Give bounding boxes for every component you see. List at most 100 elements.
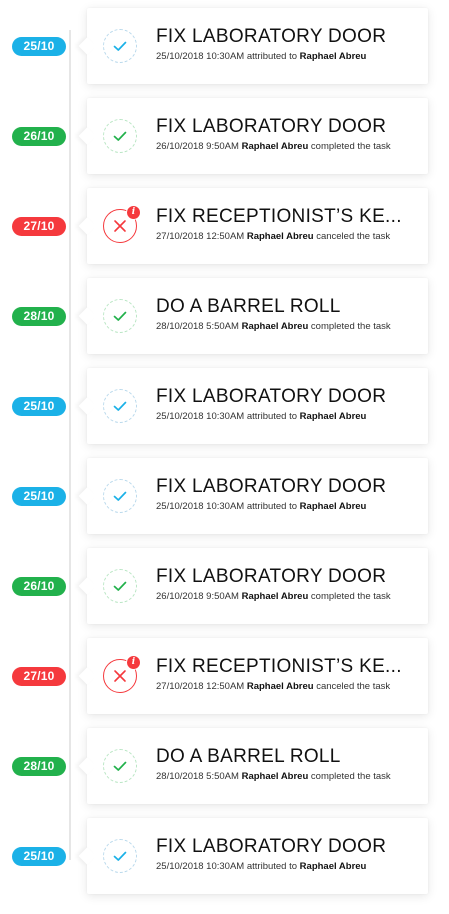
task-user[interactable]: Raphael Abreu [242, 141, 309, 152]
date-badge: 27/10 [12, 667, 66, 686]
task-user[interactable]: Raphael Abreu [300, 51, 367, 62]
task-card[interactable]: i FIX RECEPTIONIST’S KE... 27/10/2018 12… [87, 638, 428, 714]
task-user[interactable]: Raphael Abreu [242, 771, 309, 782]
task-timestamp: 28/10/2018 5:50AM [156, 321, 239, 332]
task-card[interactable]: FIX LABORATORY DOOR 25/10/2018 10:30AM a… [87, 818, 428, 894]
check-icon [103, 389, 137, 423]
task-action-post: completed the task [310, 591, 391, 602]
date-badge: 25/10 [12, 847, 66, 866]
timeline-entry: 26/10 FIX LABORATORY DOOR 26/10/2018 9:5… [0, 548, 449, 624]
task-timestamp: 25/10/2018 10:30AM [156, 411, 245, 422]
task-user[interactable]: Raphael Abreu [300, 861, 367, 872]
task-meta: 27/10/2018 12:50AM Raphael Abreu cancele… [156, 681, 424, 693]
task-meta: 25/10/2018 10:30AM attributed to Raphael… [156, 861, 424, 873]
date-badge: 27/10 [12, 217, 66, 236]
task-user[interactable]: Raphael Abreu [247, 231, 314, 242]
task-card[interactable]: FIX LABORATORY DOOR 26/10/2018 9:50AM Ra… [87, 548, 428, 624]
task-timestamp: 25/10/2018 10:30AM [156, 501, 245, 512]
task-title: FIX LABORATORY DOOR [156, 836, 387, 857]
task-action-post: canceled the task [316, 231, 391, 242]
timeline-entry: 28/10 DO A BARREL ROLL 28/10/2018 5:50AM… [0, 728, 449, 804]
checkmark [113, 761, 127, 771]
task-meta: 28/10/2018 5:50AM Raphael Abreu complete… [156, 321, 424, 333]
task-meta: 25/10/2018 10:30AM attributed to Raphael… [156, 411, 424, 423]
date-badge: 25/10 [12, 397, 66, 416]
check-icon [103, 479, 137, 513]
date-badge: 25/10 [12, 37, 66, 56]
task-title: FIX LABORATORY DOOR [156, 26, 387, 47]
checkmark [113, 41, 127, 51]
checkmark [113, 131, 127, 141]
task-timestamp: 26/10/2018 9:50AM [156, 141, 239, 152]
task-user[interactable]: Raphael Abreu [300, 411, 367, 422]
timeline-entry: 25/10 FIX LABORATORY DOOR 25/10/2018 10:… [0, 818, 449, 894]
check-icon [103, 569, 137, 603]
checkmark [113, 851, 127, 861]
task-timestamp: 26/10/2018 9:50AM [156, 591, 239, 602]
task-action-post: canceled the task [316, 681, 391, 692]
task-card[interactable]: i FIX RECEPTIONIST’S KE... 27/10/2018 12… [87, 188, 428, 264]
task-title: FIX LABORATORY DOOR [156, 116, 387, 137]
task-title: FIX RECEPTIONIST’S KE... [156, 206, 402, 227]
checkmark [113, 401, 127, 411]
task-meta: 26/10/2018 9:50AM Raphael Abreu complete… [156, 591, 424, 603]
task-action-pre: attributed to [246, 411, 298, 422]
date-badge: 25/10 [12, 487, 66, 506]
task-meta: 25/10/2018 10:30AM attributed to Raphael… [156, 501, 424, 513]
task-card[interactable]: DO A BARREL ROLL 28/10/2018 5:50AM Rapha… [87, 278, 428, 354]
task-user[interactable]: Raphael Abreu [242, 321, 309, 332]
task-timestamp: 25/10/2018 10:30AM [156, 861, 245, 872]
x-mark [114, 670, 126, 682]
check-icon [103, 839, 137, 873]
date-badge: 28/10 [12, 757, 66, 776]
task-action-pre: attributed to [246, 51, 298, 62]
timeline-entry: 27/10 i FIX RECEPTIONIST’S KE... 27/10/2… [0, 188, 449, 264]
task-timestamp: 27/10/2018 12:50AM [156, 681, 245, 692]
timeline-entry: 25/10 FIX LABORATORY DOOR 25/10/2018 10:… [0, 8, 449, 84]
cancel-icon: i [103, 205, 141, 243]
task-action-pre: attributed to [246, 861, 298, 872]
task-user[interactable]: Raphael Abreu [300, 501, 367, 512]
task-title: FIX LABORATORY DOOR [156, 566, 387, 587]
x-mark [114, 220, 126, 232]
task-card[interactable]: FIX LABORATORY DOOR 25/10/2018 10:30AM a… [87, 8, 428, 84]
task-action-post: completed the task [310, 141, 391, 152]
date-badge: 26/10 [12, 127, 66, 146]
timeline-entry: 27/10 i FIX RECEPTIONIST’S KE... 27/10/2… [0, 638, 449, 714]
checkmark [113, 491, 127, 501]
task-action-post: completed the task [310, 321, 391, 332]
task-timestamp: 27/10/2018 12:50AM [156, 231, 245, 242]
task-title: DO A BARREL ROLL [156, 746, 341, 767]
timeline-entry: 26/10 FIX LABORATORY DOOR 26/10/2018 9:5… [0, 98, 449, 174]
task-title: DO A BARREL ROLL [156, 296, 341, 317]
task-card[interactable]: FIX LABORATORY DOOR 25/10/2018 10:30AM a… [87, 368, 428, 444]
date-badge: 26/10 [12, 577, 66, 596]
task-title: FIX LABORATORY DOOR [156, 386, 387, 407]
task-meta: 26/10/2018 9:50AM Raphael Abreu complete… [156, 141, 424, 153]
cancel-icon: i [103, 655, 141, 693]
task-action-pre: attributed to [246, 501, 298, 512]
info-icon[interactable]: i [126, 655, 141, 670]
check-icon [103, 119, 137, 153]
timeline-entry: 28/10 DO A BARREL ROLL 28/10/2018 5:50AM… [0, 278, 449, 354]
checkmark [113, 581, 127, 591]
task-card[interactable]: FIX LABORATORY DOOR 26/10/2018 9:50AM Ra… [87, 98, 428, 174]
check-icon [103, 29, 137, 63]
task-card[interactable]: FIX LABORATORY DOOR 25/10/2018 10:30AM a… [87, 458, 428, 534]
task-meta: 28/10/2018 5:50AM Raphael Abreu complete… [156, 771, 424, 783]
checkmark [113, 311, 127, 321]
timeline-entry: 25/10 FIX LABORATORY DOOR 25/10/2018 10:… [0, 368, 449, 444]
task-user[interactable]: Raphael Abreu [242, 591, 309, 602]
task-card[interactable]: DO A BARREL ROLL 28/10/2018 5:50AM Rapha… [87, 728, 428, 804]
timeline-entry: 25/10 FIX LABORATORY DOOR 25/10/2018 10:… [0, 458, 449, 534]
task-timestamp: 28/10/2018 5:50AM [156, 771, 239, 782]
task-action-post: completed the task [310, 771, 391, 782]
date-badge: 28/10 [12, 307, 66, 326]
info-icon[interactable]: i [126, 205, 141, 220]
task-meta: 25/10/2018 10:30AM attributed to Raphael… [156, 51, 424, 63]
task-timeline: 25/10 FIX LABORATORY DOOR 25/10/2018 10:… [0, 0, 449, 914]
task-title: FIX RECEPTIONIST’S KE... [156, 656, 402, 677]
task-title: FIX LABORATORY DOOR [156, 476, 387, 497]
check-icon [103, 749, 137, 783]
task-user[interactable]: Raphael Abreu [247, 681, 314, 692]
